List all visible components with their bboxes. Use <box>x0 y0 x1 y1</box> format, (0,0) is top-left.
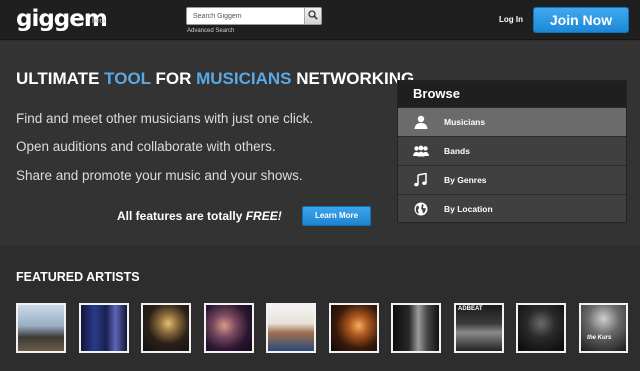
person-icon <box>414 115 428 129</box>
thumbnail-caption: the Kurs <box>587 335 612 341</box>
group-icon <box>413 145 429 157</box>
browse-item-label: By Genres <box>444 175 487 185</box>
browse-item-bands[interactable]: Bands <box>398 136 626 165</box>
headline-part: ULTIMATE <box>16 69 105 88</box>
music-note-icon <box>414 173 427 187</box>
features-free: FREE! <box>245 209 282 223</box>
hero-line-find: Find and meet other musicians with just … <box>16 111 314 126</box>
browse-item-musicians[interactable]: Musicians <box>398 107 626 136</box>
artist-thumbnail[interactable] <box>329 303 379 353</box>
artist-thumbnail[interactable] <box>16 303 66 353</box>
hero-line-share: Share and promote your music and your sh… <box>16 168 303 183</box>
features-prefix: All features are totally <box>117 209 246 223</box>
headline-accent-tool: TOOL <box>104 69 151 88</box>
browse-panel: Browse Musicians Bands By Genres By Loca… <box>397 80 627 223</box>
page-headline: ULTIMATE TOOL FOR MUSICIANS NETWORKING <box>16 69 414 89</box>
artist-thumbnail[interactable] <box>266 303 316 353</box>
artist-thumbnail[interactable] <box>204 303 254 353</box>
headline-part: FOR <box>150 69 197 88</box>
advanced-search-link[interactable]: Advanced Search <box>187 28 234 34</box>
learn-more-button[interactable]: Learn More <box>302 206 371 226</box>
login-link[interactable]: Log In <box>499 15 523 24</box>
artist-thumbnail[interactable]: ADBEAT <box>454 303 504 353</box>
browse-item-location[interactable]: By Location <box>398 194 626 223</box>
browse-item-label: Musicians <box>444 117 486 127</box>
artist-thumbnail[interactable] <box>391 303 441 353</box>
artist-thumbnail[interactable] <box>79 303 129 353</box>
browse-item-label: By Location <box>444 204 493 214</box>
artist-thumbnail[interactable] <box>141 303 191 353</box>
top-bar: giggem beta Advanced Search Log In Join … <box>0 0 640 40</box>
artist-thumbnail[interactable] <box>516 303 566 353</box>
globe-icon <box>414 202 428 216</box>
browse-item-genres[interactable]: By Genres <box>398 165 626 194</box>
search-button[interactable] <box>304 8 321 24</box>
join-now-button[interactable]: Join Now <box>533 7 629 33</box>
featured-artists-title: FEATURED ARTISTS <box>16 270 140 284</box>
search-icon <box>308 10 318 20</box>
search-box <box>186 7 322 25</box>
browse-title: Browse <box>398 81 626 107</box>
features-text: All features are totally FREE! <box>117 209 282 223</box>
hero-line-auditions: Open auditions and collaborate with othe… <box>16 139 276 154</box>
headline-accent-musicians: MUSICIANS <box>196 69 292 88</box>
thumbnail-caption: ADBEAT <box>458 306 483 312</box>
artist-thumbnail[interactable]: the Kurs <box>579 303 628 353</box>
beta-label: beta <box>92 18 106 25</box>
browse-item-label: Bands <box>444 146 470 156</box>
headline-part: NETWORKING <box>291 69 415 88</box>
search-input[interactable] <box>187 8 303 24</box>
